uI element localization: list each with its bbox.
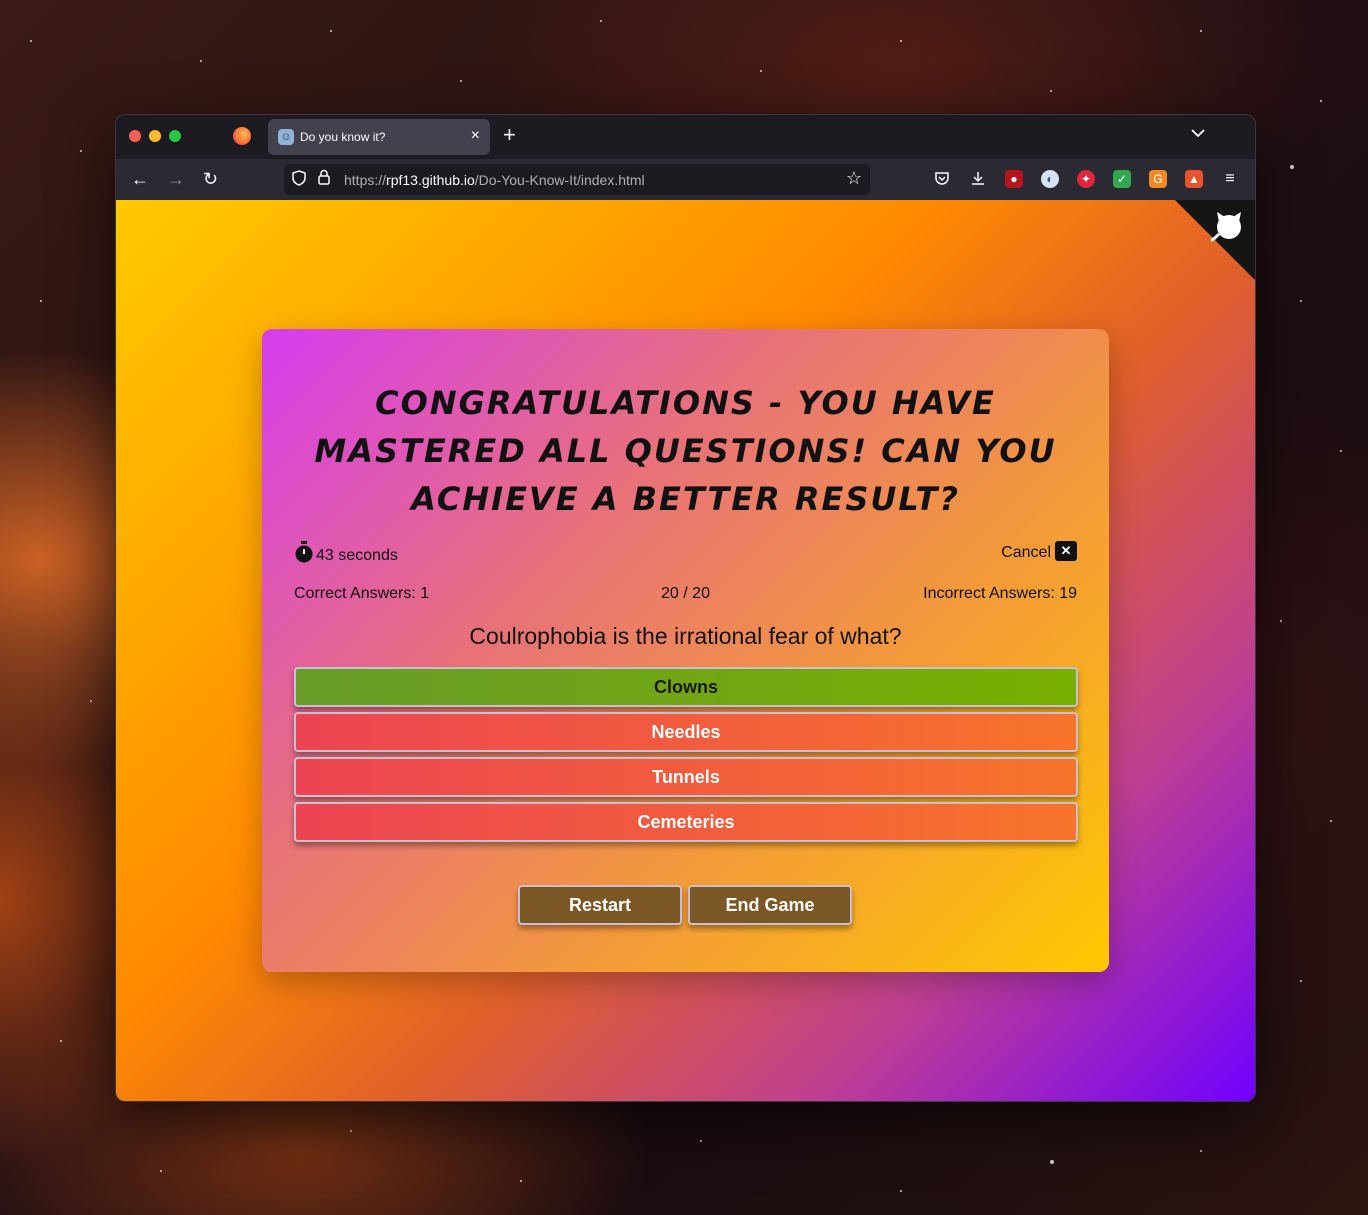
zoom-window-button[interactable]	[169, 130, 181, 142]
menu-hamburger-icon[interactable]: ≡	[1221, 170, 1239, 188]
browser-window: ☺ Do you know it? × + ← → ↻ https://rpf1…	[115, 114, 1256, 1102]
bookmark-star-icon[interactable]: ☆	[846, 168, 862, 189]
reload-icon[interactable]: ↻	[203, 168, 218, 190]
tab-close-icon[interactable]: ×	[471, 127, 480, 145]
score-row: Correct Answers: 1 20 / 20 Incorrect Ans…	[294, 585, 1077, 603]
close-window-button[interactable]	[129, 130, 141, 142]
back-arrow-icon[interactable]: ←	[131, 168, 149, 190]
result-heading: Congratulations - you have mastered all …	[314, 384, 1057, 518]
cancel-label: Cancel	[1001, 544, 1051, 561]
restart-button[interactable]: Restart	[518, 885, 682, 925]
extension-lighthouse-icon[interactable]: ▲	[1185, 170, 1203, 188]
list-tabs-chevron-icon[interactable]	[1191, 125, 1205, 141]
downloads-icon[interactable]	[969, 170, 987, 188]
url-text[interactable]: https://rpf13.github.io/Do-You-Know-It/i…	[344, 172, 645, 188]
tab-title: Do you know it?	[300, 130, 386, 144]
end-game-button[interactable]: End Game	[688, 885, 852, 925]
tab-active[interactable]: ☺ Do you know it? ×	[268, 119, 490, 155]
extension-red-icon[interactable]: ●	[1005, 170, 1023, 188]
new-tab-button[interactable]: +	[503, 123, 516, 147]
timer-row: 43 seconds Cancel ✕	[294, 541, 1077, 565]
github-corner-icon[interactable]	[1175, 200, 1255, 280]
extension-shield-icon[interactable]: ✓	[1113, 170, 1131, 188]
cancel-button[interactable]: Cancel ✕	[1001, 541, 1077, 562]
forward-arrow-icon[interactable]: →	[167, 168, 185, 190]
close-x-icon: ✕	[1055, 541, 1077, 561]
url-bar[interactable]: https://rpf13.github.io/Do-You-Know-It/i…	[284, 164, 870, 195]
stopwatch-icon	[294, 541, 313, 563]
site-favicon-icon: ☺	[278, 129, 294, 145]
minimize-window-button[interactable]	[149, 130, 161, 142]
answer-button-wrong[interactable]: Tunnels	[294, 757, 1078, 797]
timer-text: 43 seconds	[316, 547, 398, 564]
quiz-card: Congratulations - you have mastered all …	[262, 329, 1109, 972]
extension-orange-g-icon[interactable]: G	[1149, 170, 1167, 188]
answer-button-wrong[interactable]: Cemeteries	[294, 802, 1078, 842]
firefox-icon	[233, 127, 251, 145]
pocket-icon[interactable]	[933, 170, 951, 188]
answer-button-correct[interactable]: Clowns	[294, 667, 1078, 707]
page-content: Congratulations - you have mastered all …	[116, 200, 1255, 1101]
extension-rooster-icon[interactable]: ✦	[1077, 170, 1095, 188]
question-text: Coulrophobia is the irrational fear of w…	[469, 623, 902, 649]
padlock-icon[interactable]	[318, 169, 330, 188]
incorrect-answers-count: Incorrect Answers: 19	[923, 585, 1077, 602]
tab-bar: ☺ Do you know it? × +	[116, 115, 1255, 159]
navigation-bar: ← → ↻ https://rpf13.github.io/Do-You-Kno…	[116, 159, 1255, 200]
tracking-protection-shield-icon[interactable]	[292, 170, 306, 190]
extension-blue-icon[interactable]: ◐	[1041, 170, 1059, 188]
answer-button-wrong[interactable]: Needles	[294, 712, 1078, 752]
